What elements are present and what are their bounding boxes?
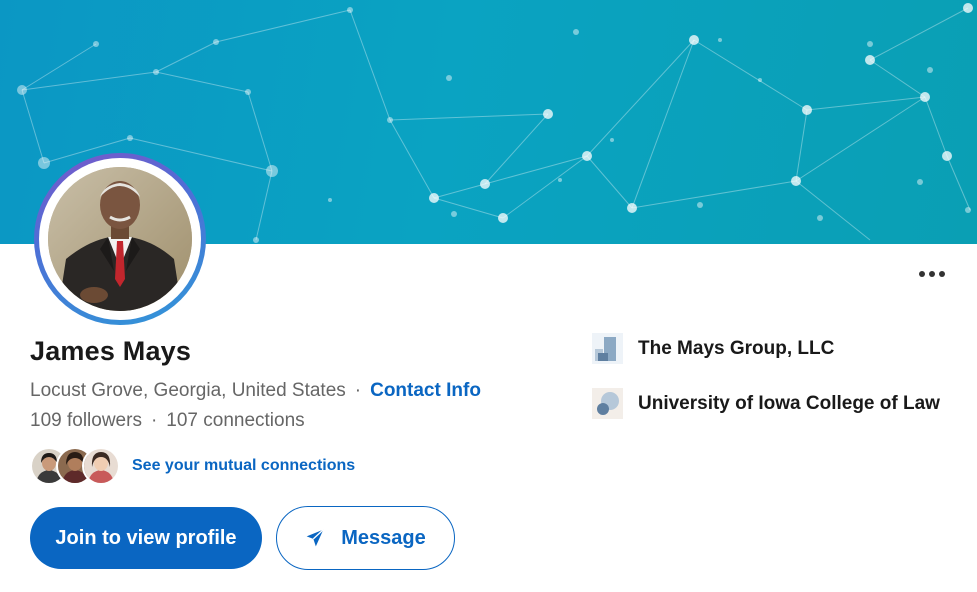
- more-options-button[interactable]: [914, 264, 950, 284]
- separator-dot: ·: [354, 380, 362, 401]
- profile-photo-image: [48, 167, 192, 311]
- mutual-connections-link[interactable]: See your mutual connections: [132, 457, 355, 475]
- school-name: University of Iowa College of Law: [638, 392, 940, 414]
- message-button-label: Message: [341, 526, 426, 549]
- separator-dot: ·: [150, 410, 158, 431]
- mutual-avatar: [82, 447, 120, 485]
- send-icon: [306, 529, 325, 547]
- avatar-image: [84, 449, 118, 483]
- message-button[interactable]: Message: [276, 506, 455, 570]
- profile-photo[interactable]: [48, 167, 192, 311]
- affiliation-company[interactable]: The Mays Group, LLC: [592, 333, 834, 364]
- company-logo-icon: [592, 333, 623, 364]
- school-logo-icon: [592, 388, 623, 419]
- profile-stats: 109 followers · 107 connections: [30, 410, 305, 432]
- profile-location-line: Locust Grove, Georgia, United States · Con…: [30, 380, 481, 402]
- ellipsis-icon: [919, 271, 945, 277]
- profile-name: James Mays: [30, 336, 192, 366]
- contact-info-link[interactable]: Contact Info: [370, 380, 481, 401]
- profile-photo-ring: [34, 153, 206, 325]
- followers-count: 109 followers: [30, 410, 142, 431]
- company-name: The Mays Group, LLC: [638, 337, 835, 359]
- join-to-view-profile-button[interactable]: Join to view profile: [30, 507, 262, 569]
- profile-photo-frame: [39, 158, 201, 320]
- mutual-connections: See your mutual connections: [30, 446, 355, 486]
- affiliation-school[interactable]: University of Iowa College of Law: [592, 388, 940, 419]
- connections-count: 107 connections: [166, 410, 305, 431]
- profile-location: Locust Grove, Georgia, United States: [30, 380, 346, 401]
